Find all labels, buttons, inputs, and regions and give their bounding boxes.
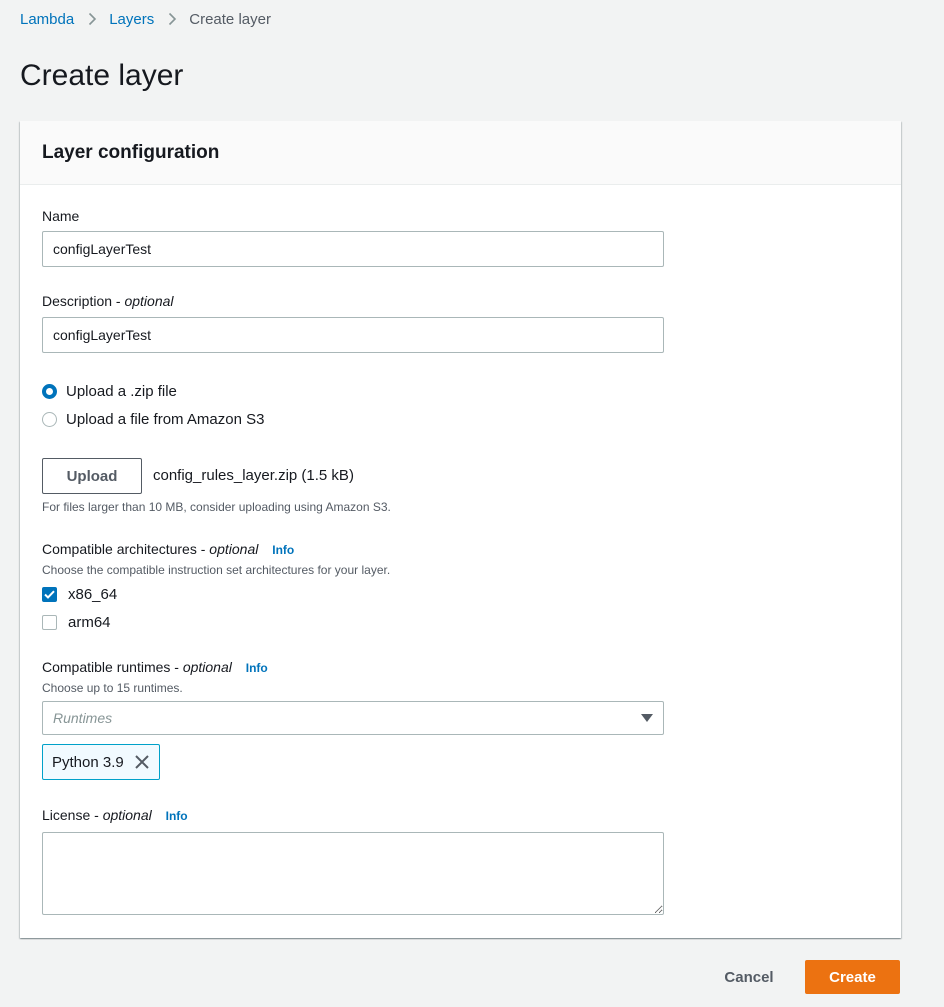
caret-down-icon [641, 709, 653, 727]
runtimes-label: Compatible runtimes - optional Info [42, 659, 268, 675]
license-textarea[interactable] [42, 832, 664, 915]
name-label: Name [42, 208, 80, 224]
breadcrumb-layers[interactable]: Layers [109, 11, 154, 28]
runtime-token-python-3-9: Python 3.9 [42, 744, 160, 780]
close-icon[interactable] [134, 754, 150, 770]
upload-hint: For files larger than 10 MB, consider up… [42, 500, 391, 514]
radio-upload-s3[interactable]: Upload a file from Amazon S3 [42, 408, 264, 430]
panel-title: Layer configuration [42, 141, 220, 163]
uploaded-file-name: config_rules_layer.zip (1.5 kB) [153, 467, 354, 484]
runtimes-select[interactable]: Runtimes [42, 701, 664, 735]
upload-button[interactable]: Upload [42, 458, 142, 494]
layer-configuration-panel: Layer configuration Name Description - o… [20, 121, 901, 938]
breadcrumb: Lambda Layers Create layer [20, 8, 271, 30]
create-button[interactable]: Create [805, 960, 900, 994]
architectures-info-link[interactable]: Info [272, 543, 294, 557]
checkbox-x86-64[interactable]: x86_64 [42, 583, 117, 605]
license-info-link[interactable]: Info [166, 809, 188, 823]
architectures-label: Compatible architectures - optional Info [42, 541, 295, 557]
checkbox-checked[interactable] [42, 586, 57, 602]
cancel-button[interactable]: Cancel [705, 960, 793, 994]
chevron-right-icon [168, 12, 177, 26]
architectures-description: Choose the compatible instruction set ar… [42, 563, 391, 577]
radio-upload-zip[interactable]: Upload a .zip file [42, 380, 177, 402]
breadcrumb-current: Create layer [189, 10, 271, 28]
chevron-right-icon [88, 12, 97, 26]
radio-button[interactable] [42, 411, 57, 427]
panel-header: Layer configuration [20, 121, 901, 185]
radio-button-selected[interactable] [42, 383, 57, 399]
description-input[interactable] [42, 317, 664, 353]
token-label: Python 3.9 [52, 753, 124, 771]
check-icon [44, 590, 55, 599]
breadcrumb-lambda[interactable]: Lambda [20, 11, 74, 28]
description-label: Description - optional [42, 293, 174, 309]
runtimes-description: Choose up to 15 runtimes. [42, 681, 183, 695]
runtimes-placeholder: Runtimes [53, 710, 113, 726]
runtimes-info-link[interactable]: Info [246, 661, 268, 675]
name-input[interactable] [42, 231, 664, 267]
license-label: License - optional Info [42, 807, 188, 823]
checkbox-arm64[interactable]: arm64 [42, 611, 111, 633]
page-title: Create layer [20, 59, 184, 92]
checkbox[interactable] [42, 614, 57, 630]
